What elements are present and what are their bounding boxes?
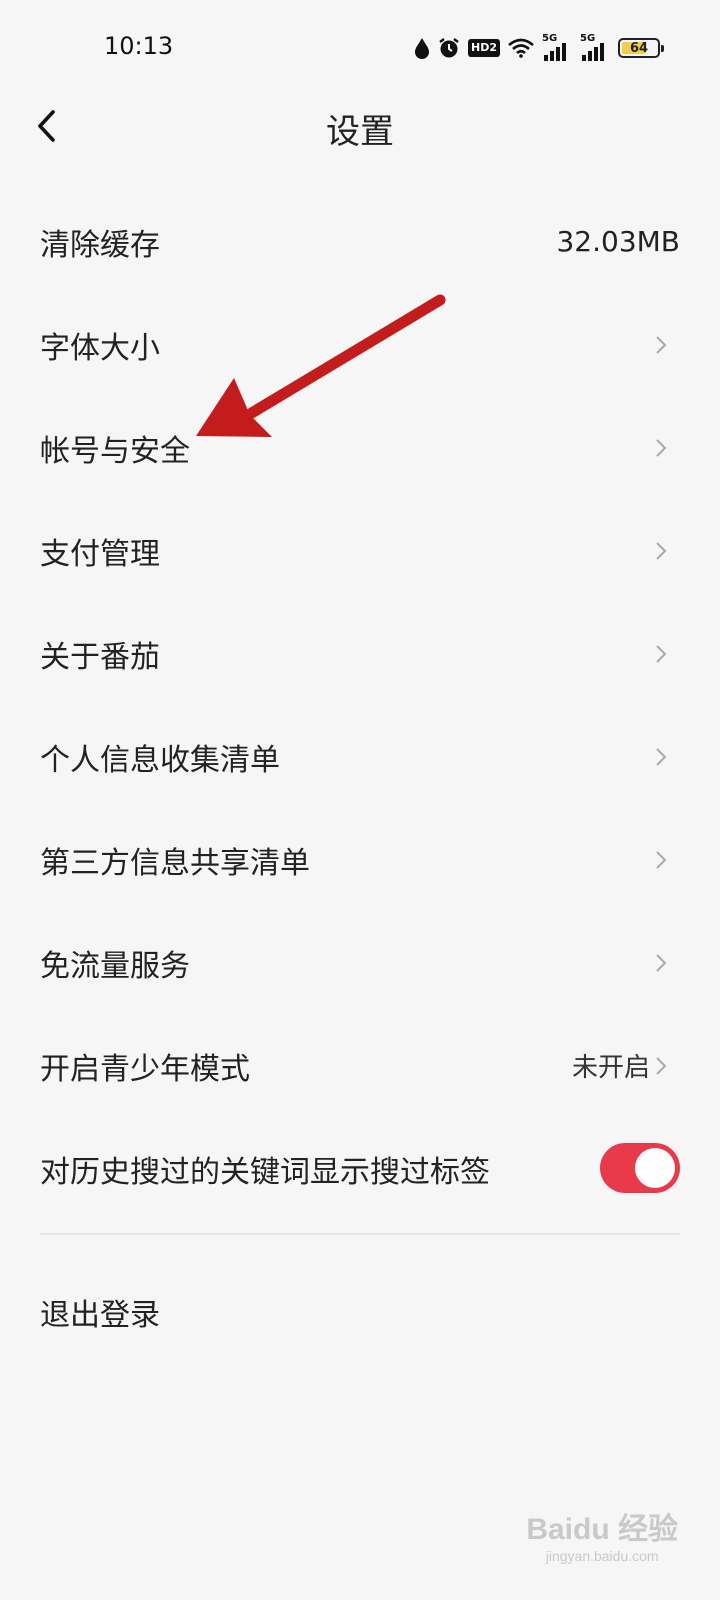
status-icons: HD2 5G 5G 64 — [414, 33, 664, 62]
setting-about[interactable]: 关于番茄 — [0, 602, 720, 705]
baidu-jingyan-watermark: Baidu 经验 jingyan.baidu.com — [526, 1504, 678, 1564]
setting-label: 关于番茄 — [40, 639, 160, 675]
status-bar: 10:13 HD2 5G 5G 64 — [0, 0, 720, 96]
setting-account-security[interactable]: 帐号与安全 — [0, 396, 720, 499]
setting-label: 清除缓存 — [40, 227, 160, 263]
cache-size-value: 32.03MB — [556, 225, 680, 258]
chevron-right-icon — [656, 1056, 667, 1075]
battery-icon: 64 — [618, 38, 664, 58]
setting-clear-cache[interactable]: 清除缓存 32.03MB — [0, 190, 720, 293]
setting-search-history-tag: 对历史搜过的关键词显示搜过标签 — [0, 1117, 720, 1220]
water-drop-icon — [414, 37, 430, 59]
chevron-right-icon — [656, 438, 667, 457]
chevron-right-icon — [656, 850, 667, 869]
alarm-icon — [438, 37, 460, 59]
search-tag-toggle[interactable] — [600, 1143, 680, 1193]
setting-label: 帐号与安全 — [40, 433, 190, 469]
chevron-right-icon — [656, 335, 667, 354]
wifi-icon — [508, 38, 534, 58]
hd-voice-badge: HD2 — [468, 39, 500, 57]
setting-label: 字体大小 — [40, 330, 160, 366]
setting-third-party-sharing-list[interactable]: 第三方信息共享清单 — [0, 808, 720, 911]
divider — [40, 1233, 680, 1235]
watermark-sub: jingyan.baidu.com — [545, 1548, 659, 1564]
setting-font-size[interactable]: 字体大小 — [0, 293, 720, 396]
setting-label: 第三方信息共享清单 — [40, 845, 310, 881]
status-time: 10:13 — [104, 32, 174, 60]
setting-payment-management[interactable]: 支付管理 — [0, 499, 720, 602]
chevron-right-icon — [656, 953, 667, 972]
setting-label: 支付管理 — [40, 536, 160, 572]
toggle-knob — [635, 1148, 675, 1188]
cellular-signal-icon: 5G — [542, 33, 572, 61]
setting-free-data-service[interactable]: 免流量服务 — [0, 911, 720, 1014]
setting-label: 个人信息收集清单 — [40, 742, 280, 778]
setting-personal-info-list[interactable]: 个人信息收集清单 — [0, 705, 720, 808]
watermark-main: Baidu 经验 — [526, 1513, 678, 1546]
teen-mode-status: 未开启 — [571, 1053, 650, 1083]
settings-list: 清除缓存 32.03MB 字体大小 帐号与安全 支付管理 关于番茄 个人信息收集… — [0, 190, 720, 1220]
logout-button[interactable]: 退出登录 — [40, 1290, 160, 1334]
setting-label: 开启青少年模式 — [40, 1051, 250, 1087]
nav-bar: 设置 — [0, 96, 720, 156]
setting-label: 对历史搜过的关键词显示搜过标签 — [40, 1154, 490, 1190]
chevron-right-icon — [656, 747, 667, 766]
setting-teen-mode[interactable]: 开启青少年模式 未开启 — [0, 1014, 720, 1117]
setting-label: 免流量服务 — [40, 948, 190, 984]
chevron-right-icon — [656, 541, 667, 560]
chevron-right-icon — [656, 644, 667, 663]
page-title: 设置 — [326, 112, 394, 152]
battery-level: 64 — [629, 40, 649, 56]
cellular-signal-icon: 5G — [580, 33, 610, 61]
